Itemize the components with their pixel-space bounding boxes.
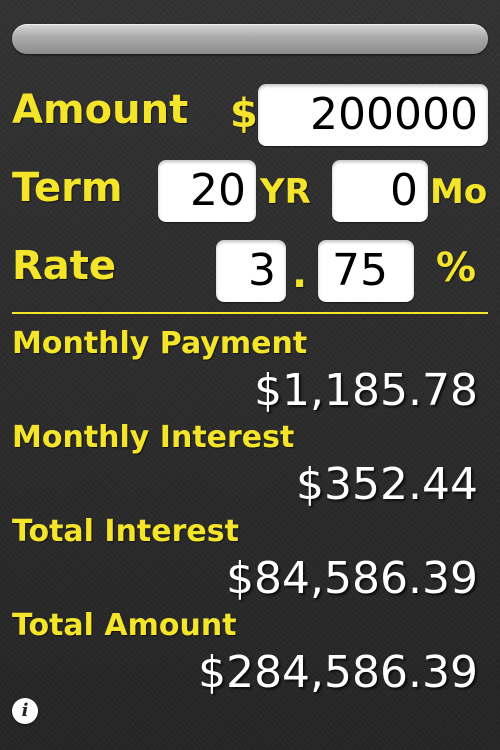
total-amount-label: Total Amount xyxy=(12,608,237,643)
rate-decimal-separator: . xyxy=(292,251,308,297)
term-months-unit: Mo xyxy=(430,172,488,212)
amount-input[interactable]: 200000 xyxy=(258,84,488,146)
monthly-interest-value: $352.44 xyxy=(296,459,478,510)
monthly-payment-label: Monthly Payment xyxy=(12,326,308,361)
top-bar xyxy=(12,24,488,54)
term-years-unit: YR xyxy=(260,172,311,212)
amount-label: Amount xyxy=(12,87,189,133)
term-years-input[interactable]: 20 xyxy=(158,160,256,222)
total-interest-label: Total Interest xyxy=(12,514,239,549)
monthly-payment-value: $1,185.78 xyxy=(254,365,478,416)
rate-whole-input[interactable]: 3 xyxy=(216,240,286,302)
section-divider xyxy=(12,312,488,314)
rate-percent-sign: % xyxy=(436,245,477,291)
term-months-input[interactable]: 0 xyxy=(332,160,428,222)
total-interest-value: $84,586.39 xyxy=(226,553,478,604)
term-label: Term xyxy=(12,165,123,211)
info-icon[interactable]: i xyxy=(12,698,38,724)
monthly-interest-label: Monthly Interest xyxy=(12,420,295,455)
total-amount-value: $284,586.39 xyxy=(198,647,478,698)
rate-fraction-input[interactable]: 75 xyxy=(318,240,414,302)
amount-currency: $ xyxy=(230,91,258,137)
rate-label: Rate xyxy=(12,243,117,289)
